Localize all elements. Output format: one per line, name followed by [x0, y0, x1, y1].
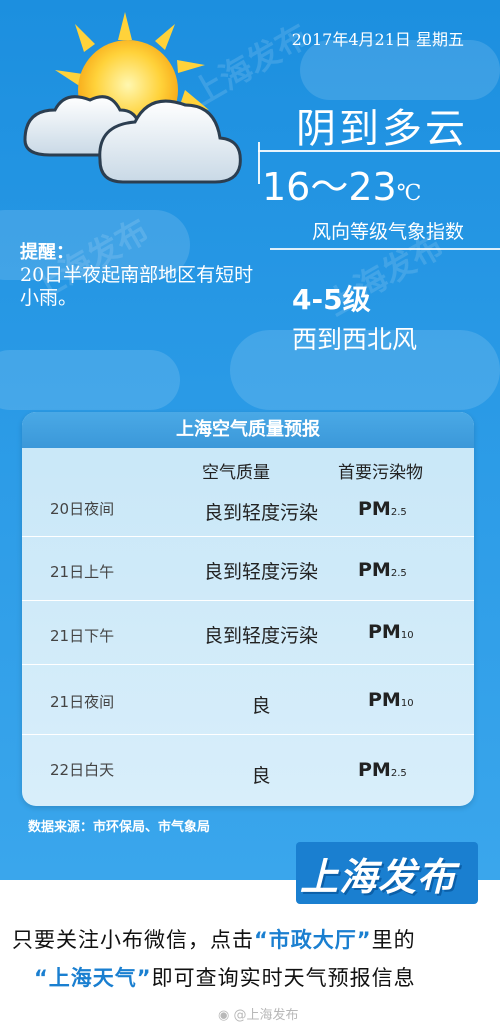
row-quality: 良到轻度污染 — [203, 625, 318, 647]
temperature-unit: ℃ — [396, 181, 422, 206]
row-period: 20日夜间 — [50, 500, 115, 518]
table-row: 21日上午 良到轻度污染 PM2.5 — [22, 536, 474, 601]
promo-line-2: “上海天气”即可查询实时天气预报信息 — [34, 962, 416, 992]
row-period: 21日下午 — [50, 627, 115, 645]
row-pollutant: PM10 — [368, 689, 468, 711]
temperature-value: 16～23 — [262, 165, 397, 209]
column-header-quality: 空气质量 — [202, 463, 270, 483]
panel-title: 上海空气质量预报 — [22, 412, 474, 448]
table-row: 22日白天 良 PM2.5 — [22, 734, 474, 806]
row-period: 22日白天 — [50, 761, 115, 779]
wind-index-title: 风向等级气象指数 — [311, 221, 464, 243]
row-period: 21日上午 — [50, 563, 115, 581]
divider — [270, 248, 500, 250]
pollutant-sub: 2.5 — [390, 507, 407, 518]
weather-illustration — [15, 10, 255, 195]
background-cloud — [0, 350, 180, 410]
pollutant-sub: 2.5 — [390, 568, 407, 579]
pollutant-name: PM — [358, 559, 391, 581]
tip-text: 20日半夜起南部地区有短时小雨。 — [20, 264, 254, 309]
row-pollutant: PM2.5 — [358, 759, 458, 781]
air-quality-panel: 上海空气质量预报 空气质量 首要污染物 20日夜间 良到轻度污染 PM2.5 2… — [22, 412, 474, 806]
promo-highlight: “上海天气” — [34, 966, 152, 990]
promo-highlight: “市政大厅” — [254, 928, 372, 952]
date-label: 2017年4月21日 星期五 — [291, 30, 464, 49]
footer-text: @上海发布 — [233, 1008, 299, 1023]
pollutant-name: PM — [358, 759, 391, 781]
table-row: 20日夜间 良到轻度污染 PM2.5 — [22, 486, 474, 536]
table-row: 21日下午 良到轻度污染 PM10 — [22, 600, 474, 665]
pollutant-name: PM — [358, 498, 391, 520]
row-quality: 良 — [251, 765, 271, 787]
promo-line-1: 只要关注小布微信，点击“市政大厅”里的 — [12, 924, 416, 954]
pollutant-sub: 10 — [400, 630, 414, 641]
column-header-pollutant: 首要污染物 — [338, 463, 423, 483]
wind-direction: 西到西北风 — [292, 325, 418, 354]
temperature-range: 16～23℃ — [262, 156, 421, 211]
row-period: 21日夜间 — [50, 693, 115, 711]
table-row: 21日夜间 良 PM10 — [22, 664, 474, 735]
promo-text: 里的 — [371, 928, 416, 952]
row-quality: 良到轻度污染 — [203, 502, 318, 524]
divider — [258, 142, 500, 184]
promo-text: 只要关注小布微信，点击 — [12, 928, 254, 952]
pollutant-name: PM — [368, 621, 401, 643]
tip-title: 提醒： — [20, 242, 74, 263]
pollutant-sub: 10 — [400, 698, 414, 709]
brand-logo: 上海发布 — [300, 855, 457, 899]
row-pollutant: PM2.5 — [358, 498, 458, 520]
sun-icon — [23, 12, 242, 184]
wind-level: 4-5级 — [292, 283, 371, 316]
weather-poster: 上海发布 上海发布 上海发布 上海发布 2017年4月21日 星期五 — [0, 0, 500, 880]
weibo-icon: ◉ — [218, 1008, 234, 1023]
row-pollutant: PM2.5 — [358, 559, 458, 581]
weather-condition: 阴到多云 — [296, 106, 468, 152]
pollutant-sub: 2.5 — [390, 768, 407, 779]
row-pollutant: PM10 — [368, 621, 468, 643]
pollutant-name: PM — [368, 689, 401, 711]
row-quality: 良到轻度污染 — [203, 561, 318, 583]
data-source: 数据来源：市环保局、市气象局 — [28, 820, 211, 835]
footer-credit: ◉ @上海发布 — [218, 1004, 299, 1023]
row-quality: 良 — [251, 695, 271, 717]
promo-text: 即可查询实时天气预报信息 — [151, 966, 416, 990]
